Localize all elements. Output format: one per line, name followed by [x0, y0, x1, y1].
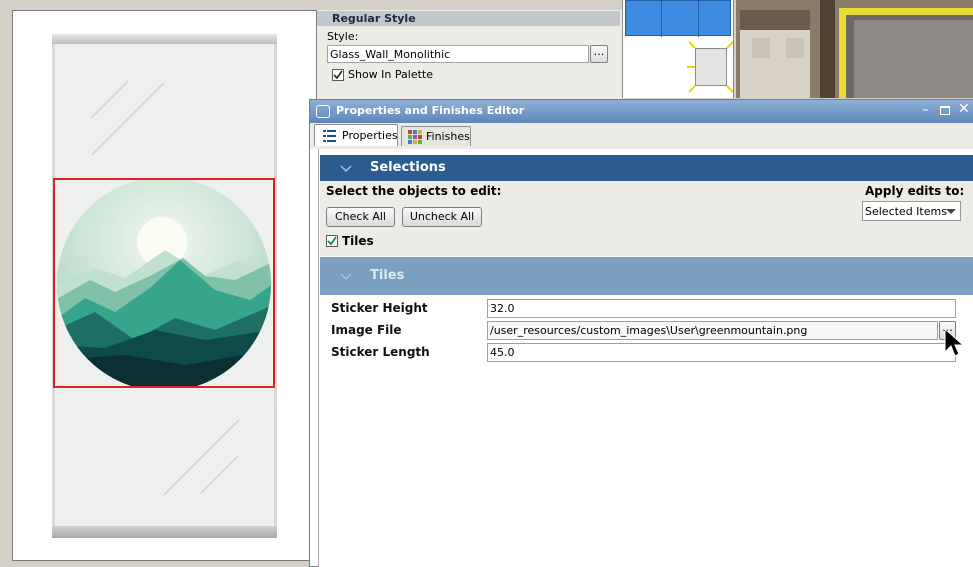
chevron-down-icon [340, 273, 352, 281]
window-icon [316, 105, 330, 118]
grid-icon [408, 130, 422, 144]
selection-handles [687, 41, 733, 93]
mouse-cursor-icon [944, 328, 964, 357]
dropdown-arrow-icon [946, 209, 956, 214]
maximize-icon[interactable] [940, 106, 950, 115]
3d-render-view[interactable] [736, 0, 973, 98]
sticker-length-label: Sticker Length [331, 345, 430, 359]
apply-edits-select[interactable]: Selected Items [862, 201, 961, 221]
minimize-icon[interactable]: – [922, 102, 929, 118]
list-icon [323, 130, 336, 142]
close-icon[interactable]: ✕ [958, 101, 970, 117]
uncheck-all-button[interactable]: Uncheck All [402, 207, 482, 227]
style-browse-button[interactable]: ... [590, 45, 608, 63]
door-bottom-rail [52, 526, 277, 538]
style-label: Style: [327, 30, 359, 43]
tiles-header[interactable]: Tiles [320, 257, 973, 295]
checkmark-icon [327, 236, 337, 246]
style-field-value: Glass_Wall_Monolithic [330, 48, 451, 61]
tab-finishes[interactable]: Finishes [401, 126, 471, 146]
tab-properties[interactable]: Properties [314, 124, 398, 146]
tab-properties-label: Properties [342, 129, 398, 142]
image-file-label: Image File [331, 323, 402, 337]
room-render [736, 0, 973, 98]
sticker-selection-box[interactable] [53, 178, 275, 388]
style-field[interactable]: Glass_Wall_Monolithic [327, 45, 589, 63]
style-panel-title: Regular Style [332, 12, 416, 25]
selections-header[interactable]: Selections [320, 155, 973, 181]
check-all-button[interactable]: Check All [326, 207, 395, 227]
style-panel-header: Regular Style [317, 11, 620, 26]
show-in-palette-label: Show In Palette [348, 68, 433, 81]
door-top-rail [52, 34, 277, 44]
selections-title: Selections [370, 160, 446, 175]
sticker-length-field[interactable]: 45.0 [487, 343, 956, 362]
apply-edits-value: Selected Items [865, 205, 947, 218]
sticker-height-field[interactable]: 32.0 [487, 299, 956, 318]
tiles-checkbox[interactable] [326, 235, 338, 247]
show-in-palette-checkbox[interactable] [332, 69, 344, 81]
checkmark-icon [333, 70, 343, 80]
chevron-down-icon [340, 165, 352, 173]
plan-view[interactable] [622, 0, 734, 98]
image-file-field[interactable]: /user_resources/custom_images\User\green… [487, 321, 938, 340]
tab-finishes-label: Finishes [426, 130, 470, 143]
tiles-checkbox-label: Tiles [342, 234, 374, 248]
editor-title: Properties and Finishes Editor [336, 104, 525, 117]
green-mountain-image [57, 180, 271, 386]
apply-edits-label: Apply edits to: [865, 184, 965, 198]
tiles-title: Tiles [370, 268, 405, 283]
select-objects-prompt: Select the objects to edit: [326, 184, 502, 198]
sticker-height-label: Sticker Height [331, 301, 428, 315]
